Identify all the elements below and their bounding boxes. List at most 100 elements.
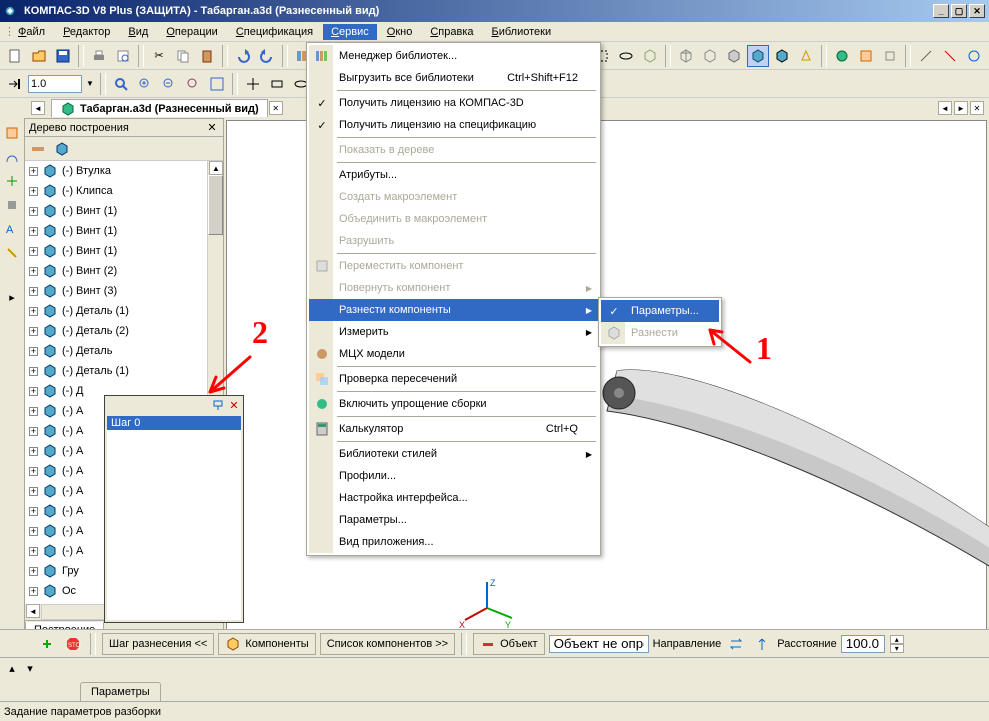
dist-down-icon[interactable]: ▾ xyxy=(890,644,904,653)
tree-item[interactable]: +(-) Втулка xyxy=(25,161,223,181)
menu-window[interactable]: Окно xyxy=(379,24,421,40)
orient-icon[interactable] xyxy=(639,45,661,67)
copy-icon[interactable] xyxy=(172,45,194,67)
scroll-thumb[interactable] xyxy=(208,175,223,235)
tab-close[interactable]: ✕ xyxy=(269,101,283,115)
minimize-button[interactable]: _ xyxy=(933,4,949,18)
vtool-3-icon[interactable] xyxy=(1,170,23,192)
menu-explode-comp[interactable]: Разнести компоненты▶ ✓Параметры... Разне… xyxy=(309,299,598,321)
popup-item-selected[interactable]: Шаг 0 xyxy=(107,416,241,430)
hidden-thin-icon[interactable] xyxy=(699,45,721,67)
open-icon[interactable] xyxy=(28,45,50,67)
expand-icon[interactable]: + xyxy=(29,207,38,216)
tree-item[interactable]: +(-) Деталь xyxy=(25,341,223,361)
menu-operations[interactable]: Операции xyxy=(158,24,225,40)
perspective-icon[interactable] xyxy=(795,45,817,67)
vtool-5-icon[interactable]: A xyxy=(1,218,23,240)
paste-icon[interactable] xyxy=(196,45,218,67)
menu-help[interactable]: Справка xyxy=(422,24,481,40)
object-status-field[interactable] xyxy=(549,635,649,653)
expand-icon[interactable]: + xyxy=(29,367,38,376)
expand-icon[interactable]: + xyxy=(29,427,38,436)
menu-app-view[interactable]: Вид приложения... xyxy=(309,531,598,553)
popup-list[interactable]: Шаг 0 xyxy=(107,416,241,620)
tree-item[interactable]: +(-) Деталь (1) xyxy=(25,301,223,321)
maximize-button[interactable]: ▢ xyxy=(951,4,967,18)
expand-icon[interactable]: + xyxy=(29,187,38,196)
hscroll-left[interactable]: ◄ xyxy=(26,604,40,618)
menu-calc[interactable]: КалькуляторCtrl+Q xyxy=(309,418,598,440)
menu-intersect[interactable]: Проверка пересечений xyxy=(309,368,598,390)
menu-style-libs[interactable]: Библиотеки стилей▶ xyxy=(309,443,598,465)
expand-icon[interactable]: + xyxy=(29,307,38,316)
scroll-up-icon[interactable]: ▲ xyxy=(209,161,223,175)
zoomdyn-icon[interactable] xyxy=(266,73,288,95)
components-button[interactable]: Компоненты xyxy=(218,633,315,655)
submenu-params[interactable]: ✓Параметры... xyxy=(601,300,719,322)
menu-params[interactable]: Параметры... xyxy=(309,509,598,531)
tab-nav-left[interactable]: ◄ xyxy=(938,101,952,115)
shaded-icon[interactable] xyxy=(747,45,769,67)
rotate-view-icon[interactable] xyxy=(615,45,637,67)
expand-icon[interactable]: + xyxy=(29,447,38,456)
tab-nav-close[interactable]: ✕ xyxy=(970,101,984,115)
scale-input[interactable] xyxy=(28,75,82,93)
tree-item[interactable]: +(-) Винт (3) xyxy=(25,281,223,301)
expand-icon[interactable]: + xyxy=(29,287,38,296)
popup-pin-icon[interactable] xyxy=(211,398,225,412)
expand-icon[interactable]: + xyxy=(29,547,38,556)
menu-attributes[interactable]: Атрибуты... xyxy=(309,164,598,186)
menu-specification[interactable]: Спецификация xyxy=(228,24,321,40)
vtool-1-icon[interactable] xyxy=(1,122,23,144)
tree-close-icon[interactable]: ✕ xyxy=(205,121,219,134)
menu-libraries[interactable]: Библиотеки xyxy=(484,24,560,40)
tree-item[interactable]: +(-) Винт (1) xyxy=(25,201,223,221)
expand-icon[interactable]: + xyxy=(29,227,38,236)
object-button[interactable]: Объект xyxy=(473,633,544,655)
menu-mcx[interactable]: МЦХ модели xyxy=(309,343,598,365)
tree-item[interactable]: +(-) Винт (1) xyxy=(25,241,223,261)
expand-icon[interactable]: + xyxy=(29,267,38,276)
help-icon[interactable] xyxy=(36,633,58,655)
dir-icon[interactable] xyxy=(751,633,773,655)
expand-icon[interactable]: + xyxy=(29,327,38,336)
nav-up-icon[interactable]: ▴ xyxy=(4,658,20,680)
parameters-tab[interactable]: Параметры xyxy=(80,682,161,701)
vtool-6-icon[interactable] xyxy=(1,242,23,264)
tree-item[interactable]: +(-) Клипса xyxy=(25,181,223,201)
tool-c-icon[interactable] xyxy=(963,45,985,67)
expand-icon[interactable]: + xyxy=(29,507,38,516)
zoom-fit-icon[interactable] xyxy=(110,73,132,95)
menu-editor[interactable]: Редактор xyxy=(55,24,118,40)
comp-list-button[interactable]: Список компонентов >> xyxy=(320,633,455,655)
hidden-removed-icon[interactable] xyxy=(723,45,745,67)
print-icon[interactable] xyxy=(88,45,110,67)
stop-action-icon[interactable]: STOP xyxy=(62,633,84,655)
expand-icon[interactable]: + xyxy=(29,387,38,396)
vtool-4-icon[interactable] xyxy=(1,194,23,216)
nav-dn-icon[interactable]: ▾ xyxy=(22,658,38,680)
popup-close-icon[interactable]: ✕ xyxy=(227,398,241,412)
tab-nav-right[interactable]: ► xyxy=(954,101,968,115)
menu-service[interactable]: Сервис xyxy=(323,24,377,40)
document-tab[interactable]: Табарган.a3d (Разнесенный вид) xyxy=(51,99,268,117)
menu-lib-manager[interactable]: Менеджер библиотек... xyxy=(309,45,598,67)
expand-icon[interactable]: + xyxy=(29,587,38,596)
expand-icon[interactable]: + xyxy=(29,407,38,416)
tool-a-icon[interactable] xyxy=(915,45,937,67)
menu-view[interactable]: Вид xyxy=(120,24,156,40)
menu-unload-libs[interactable]: Выгрузить все библиотекиCtrl+Shift+F12 xyxy=(309,67,598,89)
section-icon[interactable] xyxy=(855,45,877,67)
new-doc-icon[interactable] xyxy=(4,45,26,67)
tree-item[interactable]: +(-) Винт (1) xyxy=(25,221,223,241)
menu-license-spec[interactable]: ✓Получить лицензию на спецификацию xyxy=(309,114,598,136)
dir-toggle-icon[interactable] xyxy=(725,633,747,655)
tree-tool-1-icon[interactable] xyxy=(27,138,49,160)
dist-up-icon[interactable]: ▴ xyxy=(890,635,904,644)
tab-scroll-left[interactable]: ◄ xyxy=(31,101,45,115)
menu-ui-setup[interactable]: Настройка интерфейса... xyxy=(309,487,598,509)
tree-item[interactable]: +(-) Винт (2) xyxy=(25,261,223,281)
redo-icon[interactable] xyxy=(256,45,278,67)
shaded-edges-icon[interactable] xyxy=(771,45,793,67)
tree-item[interactable]: +(-) Деталь (1) xyxy=(25,361,223,381)
